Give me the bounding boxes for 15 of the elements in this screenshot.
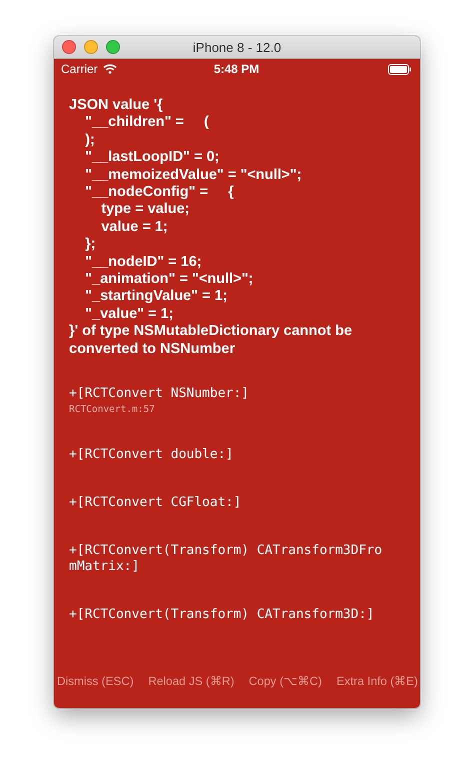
minimize-button[interactable] (84, 40, 98, 54)
error-message: JSON value '{ "__children" = ( ); "__lastLoopID" = 0; "__memoizedValue" = "<null>"; "__nodeConfig" = { type = value; value = 1; }; "__nodeID" = 16; "_animation" = "<null>"; "_startingValue" = 1; "_value" = 1; }' of type NSMutableDictionary cannot be converted to NSNumber (69, 97, 354, 358)
zoom-button[interactable] (106, 40, 120, 54)
stack-frame-method[interactable]: +[RCTConvert NSNumber:] (69, 386, 389, 402)
stack-frame-method[interactable]: +[RCTConvert(Transform) CATransform3DFromMatrix:] (69, 543, 389, 576)
carrier-label: Carrier (61, 62, 98, 76)
close-button[interactable] (62, 40, 76, 54)
stack-frame-method[interactable]: +[RCTConvert double:] (69, 447, 389, 464)
stack-frame-file: RCTConvert.m:57 (69, 404, 156, 416)
status-time: 5:48 PM (214, 62, 260, 76)
window-title: iPhone 8 - 12.0 (192, 40, 282, 54)
battery-icon (388, 64, 412, 74)
stack-frame-method[interactable]: +[RCTConvert CGFloat:] (69, 495, 389, 512)
wifi-icon (102, 64, 117, 74)
stack-frame-method[interactable]: +[RCTConvert(Transform) CATransform3D:] (69, 607, 389, 624)
